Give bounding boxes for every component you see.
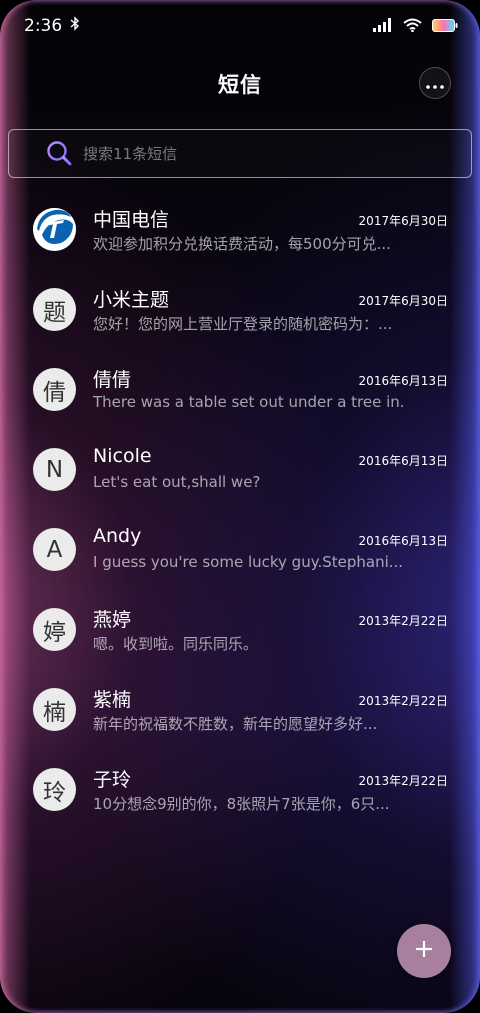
contact-name: Andy xyxy=(93,525,142,547)
status-bar: 2:36 xyxy=(0,0,480,52)
new-message-button[interactable] xyxy=(397,924,451,978)
avatar: 倩 xyxy=(33,368,76,411)
bluetooth-icon xyxy=(70,16,80,36)
message-preview: 新年的祝福数不胜数，新年的愿望好多好... xyxy=(93,715,378,733)
message-date: 2017年6月30日 xyxy=(358,214,448,228)
message-date: 2017年6月30日 xyxy=(358,294,448,308)
battery-icon xyxy=(432,17,458,36)
contact-name: 中国电信 xyxy=(93,209,170,231)
message-preview: 您好！您的网上营业厅登录的随机密码为：... xyxy=(93,315,393,333)
app-header: 短信 xyxy=(0,60,480,108)
contact-name: 倩倩 xyxy=(93,369,132,391)
conversation-item[interactable]: A Andy 2016年6月13日 I guess you're some lu… xyxy=(0,512,480,592)
message-date: 2016年6月13日 xyxy=(358,374,448,388)
message-preview: 欢迎参加积分兑换话费活动，每500分可兑... xyxy=(93,235,391,253)
message-preview: 10分想念9别的你，8张照片7张是你，6只... xyxy=(93,795,390,813)
contact-name: 燕婷 xyxy=(93,609,132,631)
avatar: 玲 xyxy=(33,768,76,811)
china-telecom-logo-icon xyxy=(33,208,76,251)
message-date: 2013年2月22日 xyxy=(358,614,448,628)
search-input[interactable]: 搜索11条短信 xyxy=(8,129,472,178)
avatar: 楠 xyxy=(33,688,76,731)
conversation-item[interactable]: 玲 子玲 2013年2月22日 10分想念9别的你，8张照片7张是你，6只... xyxy=(0,752,480,832)
contact-name: 子玲 xyxy=(93,769,132,791)
message-date: 2013年2月22日 xyxy=(358,774,448,788)
avatar xyxy=(33,208,76,251)
search-icon xyxy=(45,139,75,169)
page-title: 短信 xyxy=(218,73,262,97)
message-date: 2016年6月13日 xyxy=(358,454,448,468)
avatar: N xyxy=(33,448,76,491)
message-date: 2016年6月13日 xyxy=(358,534,448,548)
contact-name: Nicole xyxy=(93,445,152,467)
messages-screen: 2:36 短信 搜索11条短信 中国电信 2017年6月30日 欢迎参加积分兑换… xyxy=(0,0,480,1013)
conversation-item[interactable]: 楠 紫楠 2013年2月22日 新年的祝福数不胜数，新年的愿望好多好... xyxy=(0,672,480,752)
avatar: A xyxy=(33,528,76,571)
signal-icon xyxy=(373,17,393,36)
message-preview: There was a table set out under a tree i… xyxy=(93,393,403,411)
conversation-item[interactable]: 婷 燕婷 2013年2月22日 嗯。收到啦。同乐同乐。 xyxy=(0,592,480,672)
contact-name: 紫楠 xyxy=(93,689,132,711)
message-preview: 嗯。收到啦。同乐同乐。 xyxy=(93,635,259,653)
conversation-item[interactable]: 中国电信 2017年6月30日 欢迎参加积分兑换话费活动，每500分可兑... xyxy=(0,192,480,272)
message-date: 2013年2月22日 xyxy=(358,694,448,708)
plus-icon xyxy=(414,939,434,963)
message-preview: Let's eat out,shall we? xyxy=(93,473,261,491)
wifi-icon xyxy=(403,17,422,36)
conversation-list: 中国电信 2017年6月30日 欢迎参加积分兑换话费活动，每500分可兑... … xyxy=(0,192,480,832)
message-preview: I guess you're some lucky guy.Stephani..… xyxy=(93,553,403,571)
more-options-button[interactable] xyxy=(419,67,451,99)
contact-name: 小米主题 xyxy=(93,289,170,311)
status-time: 2:36 xyxy=(24,16,63,36)
search-placeholder: 搜索11条短信 xyxy=(83,145,178,163)
conversation-item[interactable]: 倩 倩倩 2016年6月13日 There was a table set ou… xyxy=(0,352,480,432)
more-dots-icon xyxy=(426,74,444,93)
avatar: 婷 xyxy=(33,608,76,651)
avatar: 题 xyxy=(33,288,76,331)
conversation-item[interactable]: N Nicole 2016年6月13日 Let's eat out,shall … xyxy=(0,432,480,512)
conversation-item[interactable]: 题 小米主题 2017年6月30日 您好！您的网上营业厅登录的随机密码为：... xyxy=(0,272,480,352)
